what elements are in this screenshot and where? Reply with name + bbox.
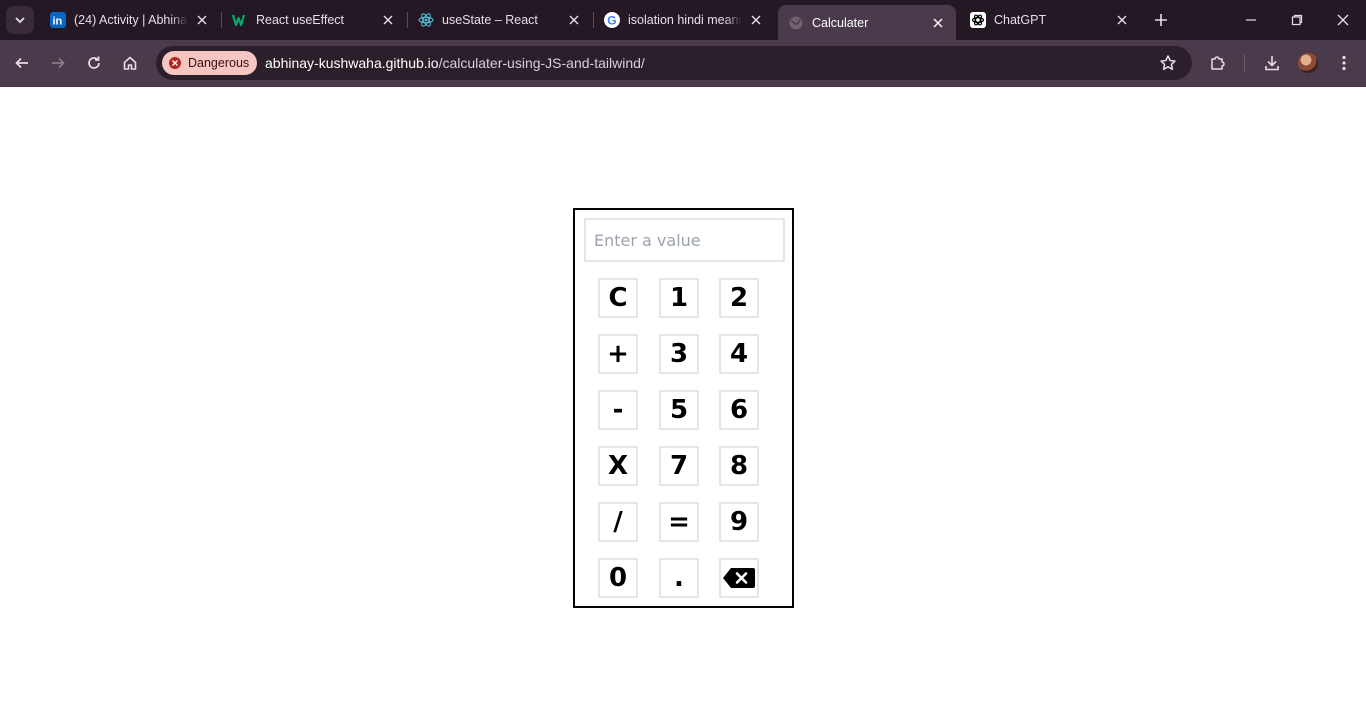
minimize-icon bbox=[1246, 19, 1256, 21]
tab-title: React useEffect bbox=[256, 13, 345, 27]
more-vertical-icon bbox=[1342, 55, 1346, 71]
svg-text:G: G bbox=[607, 14, 616, 28]
digit-9-button[interactable]: 9 bbox=[719, 502, 759, 542]
digit-7-button[interactable]: 7 bbox=[659, 446, 699, 486]
tab-title: ChatGPT bbox=[994, 13, 1047, 27]
react-icon bbox=[418, 12, 434, 28]
digit-0-button[interactable]: 0 bbox=[598, 558, 638, 598]
divide-button[interactable]: / bbox=[598, 502, 638, 542]
close-tab-icon[interactable] bbox=[1114, 12, 1130, 28]
clear-button[interactable]: C bbox=[598, 278, 638, 318]
tab-title: (24) Activity | Abhinay Kushwaha bbox=[74, 13, 188, 27]
reload-icon bbox=[88, 56, 100, 69]
svg-text:in: in bbox=[53, 16, 63, 28]
url-path: /calculater-using-JS-and-tailwind/ bbox=[438, 55, 645, 71]
digit-4-button[interactable]: 4 bbox=[719, 334, 759, 374]
tab-react-useeffect[interactable]: React useEffect bbox=[222, 5, 406, 35]
tab-search-button[interactable] bbox=[6, 6, 34, 34]
tab-strip: in (24) Activity | Abhinay Kushwaha Reac… bbox=[0, 0, 1366, 40]
home-button[interactable] bbox=[116, 49, 144, 77]
digit-2-button[interactable]: 2 bbox=[719, 278, 759, 318]
arrow-left-icon bbox=[15, 57, 28, 69]
tab-chatgpt[interactable]: ChatGPT bbox=[960, 5, 1140, 35]
backspace-icon bbox=[723, 568, 755, 588]
arrow-right-icon bbox=[52, 57, 65, 69]
close-tab-icon[interactable] bbox=[194, 12, 210, 28]
calculator: C 1 2 + 3 4 - 5 6 X 7 8 / = 9 0 . bbox=[573, 208, 794, 608]
toolbar-divider bbox=[1244, 54, 1245, 72]
restore-icon bbox=[1291, 14, 1303, 26]
tab-title: Calculater bbox=[812, 15, 869, 30]
download-icon bbox=[1265, 56, 1279, 71]
linkedin-icon: in bbox=[50, 12, 66, 28]
chatgpt-icon bbox=[970, 12, 986, 28]
tab-title: useState – React bbox=[442, 13, 538, 27]
back-button[interactable] bbox=[8, 49, 36, 77]
url-host: abhinay-kushwaha.github.io bbox=[265, 55, 439, 71]
equals-button[interactable]: = bbox=[659, 502, 699, 542]
browser-menu-button[interactable] bbox=[1331, 50, 1357, 76]
close-tab-icon[interactable] bbox=[566, 12, 582, 28]
subtract-button[interactable]: - bbox=[598, 390, 638, 430]
puzzle-icon bbox=[1211, 56, 1225, 70]
backspace-button[interactable] bbox=[719, 558, 759, 598]
w3schools-icon bbox=[232, 12, 248, 28]
downloads-button[interactable] bbox=[1259, 50, 1285, 76]
tab-title: isolation hindi meaning bbox=[628, 13, 742, 27]
close-tab-icon[interactable] bbox=[930, 15, 946, 31]
security-status-label: Dangerous bbox=[188, 56, 250, 70]
forward-button[interactable] bbox=[44, 49, 72, 77]
close-tab-icon[interactable] bbox=[380, 12, 396, 28]
reload-button[interactable] bbox=[80, 49, 108, 77]
danger-icon bbox=[169, 57, 181, 69]
close-tab-icon[interactable] bbox=[748, 12, 764, 28]
add-button[interactable]: + bbox=[598, 334, 638, 374]
google-icon: G bbox=[604, 12, 620, 28]
restore-button[interactable] bbox=[1274, 0, 1320, 40]
digit-8-button[interactable]: 8 bbox=[719, 446, 759, 486]
url-text[interactable]: abhinay-kushwaha.github.io/calculater-us… bbox=[265, 55, 645, 71]
minimize-button[interactable] bbox=[1228, 0, 1274, 40]
new-tab-button[interactable] bbox=[1150, 9, 1172, 31]
profile-avatar[interactable] bbox=[1298, 53, 1318, 73]
calculator-display-input[interactable] bbox=[584, 218, 785, 262]
digit-5-button[interactable]: 5 bbox=[659, 390, 699, 430]
digit-6-button[interactable]: 6 bbox=[719, 390, 759, 430]
close-icon bbox=[1337, 14, 1349, 26]
chevron-down-icon bbox=[15, 17, 25, 24]
tab-google-search[interactable]: G isolation hindi meaning bbox=[594, 5, 774, 35]
digit-1-button[interactable]: 1 bbox=[659, 278, 699, 318]
globe-icon bbox=[788, 15, 804, 31]
close-window-button[interactable] bbox=[1320, 0, 1366, 40]
tab-usestate-react[interactable]: useState – React bbox=[408, 5, 592, 35]
decimal-button[interactable]: . bbox=[659, 558, 699, 598]
tab-linkedin[interactable]: in (24) Activity | Abhinay Kushwaha bbox=[40, 5, 220, 35]
plus-icon bbox=[1155, 14, 1167, 26]
extensions-button[interactable] bbox=[1205, 50, 1231, 76]
home-icon bbox=[123, 56, 137, 70]
bookmark-button[interactable] bbox=[1155, 50, 1181, 76]
tab-calculater[interactable]: Calculater bbox=[778, 5, 956, 40]
star-icon bbox=[1160, 55, 1176, 71]
digit-3-button[interactable]: 3 bbox=[659, 334, 699, 374]
multiply-button[interactable]: X bbox=[598, 446, 638, 486]
security-status-chip[interactable]: Dangerous bbox=[162, 51, 257, 75]
